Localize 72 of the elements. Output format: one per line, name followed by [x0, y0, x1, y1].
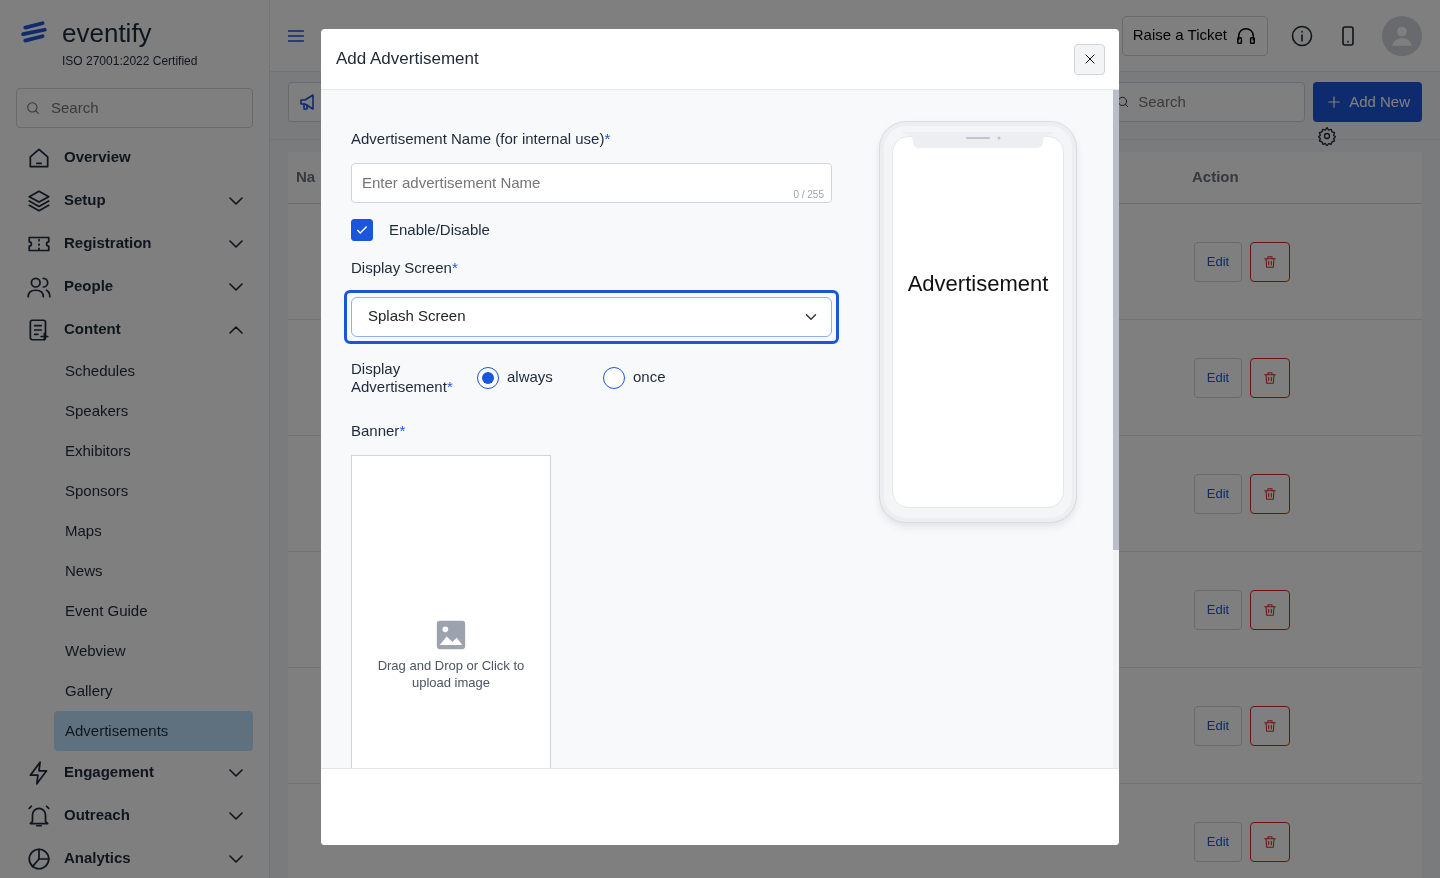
close-icon — [1082, 52, 1097, 66]
raise-ticket-button[interactable]: Raise a Ticket — [1121, 15, 1268, 56]
display-screen-select[interactable]: Splash Screen — [351, 296, 832, 337]
bell-icon — [26, 802, 52, 829]
sidebar-item[interactable]: Outreach — [16, 794, 253, 837]
edit-button[interactable]: Edit — [1194, 589, 1242, 630]
trash-icon — [1262, 369, 1278, 386]
search-icon — [25, 99, 41, 117]
sidebar-item[interactable]: Analytics — [16, 837, 253, 878]
upload-hint: Drag and Drop or Click to upload image — [376, 658, 526, 692]
trash-icon — [1262, 717, 1278, 734]
trash-icon — [1262, 601, 1278, 618]
trash-icon — [1262, 253, 1278, 270]
delete-button[interactable] — [1250, 473, 1290, 514]
delete-button[interactable] — [1250, 705, 1290, 746]
scrollbar-thumb[interactable] — [1113, 90, 1119, 550]
sidebar-subitem[interactable]: Sponsors — [54, 471, 253, 511]
search-input[interactable]: Search — [1136, 89, 1295, 115]
field-label: Banner* — [351, 420, 407, 441]
upload-dropzone[interactable]: Drag and Drop or Click to upload image — [351, 455, 551, 768]
sidebar-item[interactable]: Setup — [16, 179, 253, 222]
trash-icon — [1262, 485, 1278, 502]
trash-icon — [1262, 833, 1278, 850]
scrollbar[interactable] — [1113, 90, 1119, 768]
delete-button[interactable] — [1250, 589, 1290, 630]
advertisement-preview-text: Advertisement — [907, 270, 1049, 298]
sidebar-subitem[interactable]: Maps — [54, 511, 253, 551]
field-label: Display Advertisement* — [351, 359, 454, 396]
sidebar-item[interactable]: Registration — [16, 222, 253, 265]
add-new-button[interactable]: Add New — [1313, 82, 1422, 122]
edit-button[interactable]: Edit — [1194, 705, 1242, 746]
sidebar-subitem[interactable]: Speakers — [54, 391, 253, 431]
search-icon — [1116, 94, 1131, 110]
delete-button[interactable] — [1250, 241, 1290, 282]
checkbox-label: Enable/Disable — [389, 219, 490, 240]
edit-button[interactable]: Edit — [1194, 241, 1242, 282]
column-header: Action — [1192, 167, 1240, 188]
search-input[interactable]: Search — [49, 95, 244, 121]
radio-button[interactable] — [603, 366, 625, 389]
close-button[interactable] — [1074, 43, 1105, 75]
certification-text: ISO 27001:2022 Certified — [62, 53, 199, 70]
sidebar-item[interactable]: Content — [16, 308, 253, 351]
field-label: Advertisement Name (for internal use)* — [351, 129, 612, 149]
modal-title: Add Advertisement — [336, 48, 479, 71]
column-header: Na — [295, 167, 316, 188]
info-icon[interactable] — [1290, 23, 1314, 48]
edit-button[interactable]: Edit — [1194, 821, 1242, 862]
sidebar-subitem[interactable]: Advertisements — [54, 711, 253, 751]
delete-button[interactable] — [1250, 821, 1290, 862]
edit-button[interactable]: Edit — [1194, 357, 1242, 398]
sidebar-item[interactable]: Overview — [16, 136, 253, 179]
sidebar-item[interactable]: People — [16, 265, 253, 308]
settings-icon[interactable] — [1317, 126, 1338, 146]
sidebar-subitem[interactable]: Webview — [54, 631, 253, 671]
radio-label: always — [507, 367, 553, 388]
search-field[interactable]: Search — [16, 88, 253, 128]
field-label: Display Screen* — [351, 258, 459, 278]
brand-name: eventify — [62, 20, 152, 46]
radio-label: once — [633, 367, 666, 388]
character-counter: 0 / 255 — [793, 187, 824, 202]
sidebar-subitem[interactable]: News — [54, 551, 253, 591]
edit-button[interactable]: Edit — [1194, 473, 1242, 514]
sidebar-subitem[interactable]: Gallery — [54, 671, 253, 711]
enable-checkbox[interactable] — [351, 218, 373, 241]
document-icon — [26, 316, 52, 343]
sidebar-subitem[interactable]: Event Guide — [54, 591, 253, 631]
sidebar-subitem[interactable]: Schedules — [54, 351, 253, 391]
radio-button[interactable] — [477, 366, 499, 389]
delete-button[interactable] — [1250, 357, 1290, 398]
sidebar-subitem[interactable]: Exhibitors — [54, 431, 253, 471]
sidebar-item[interactable]: Engagement — [16, 751, 253, 794]
pie-chart-icon — [26, 845, 52, 872]
